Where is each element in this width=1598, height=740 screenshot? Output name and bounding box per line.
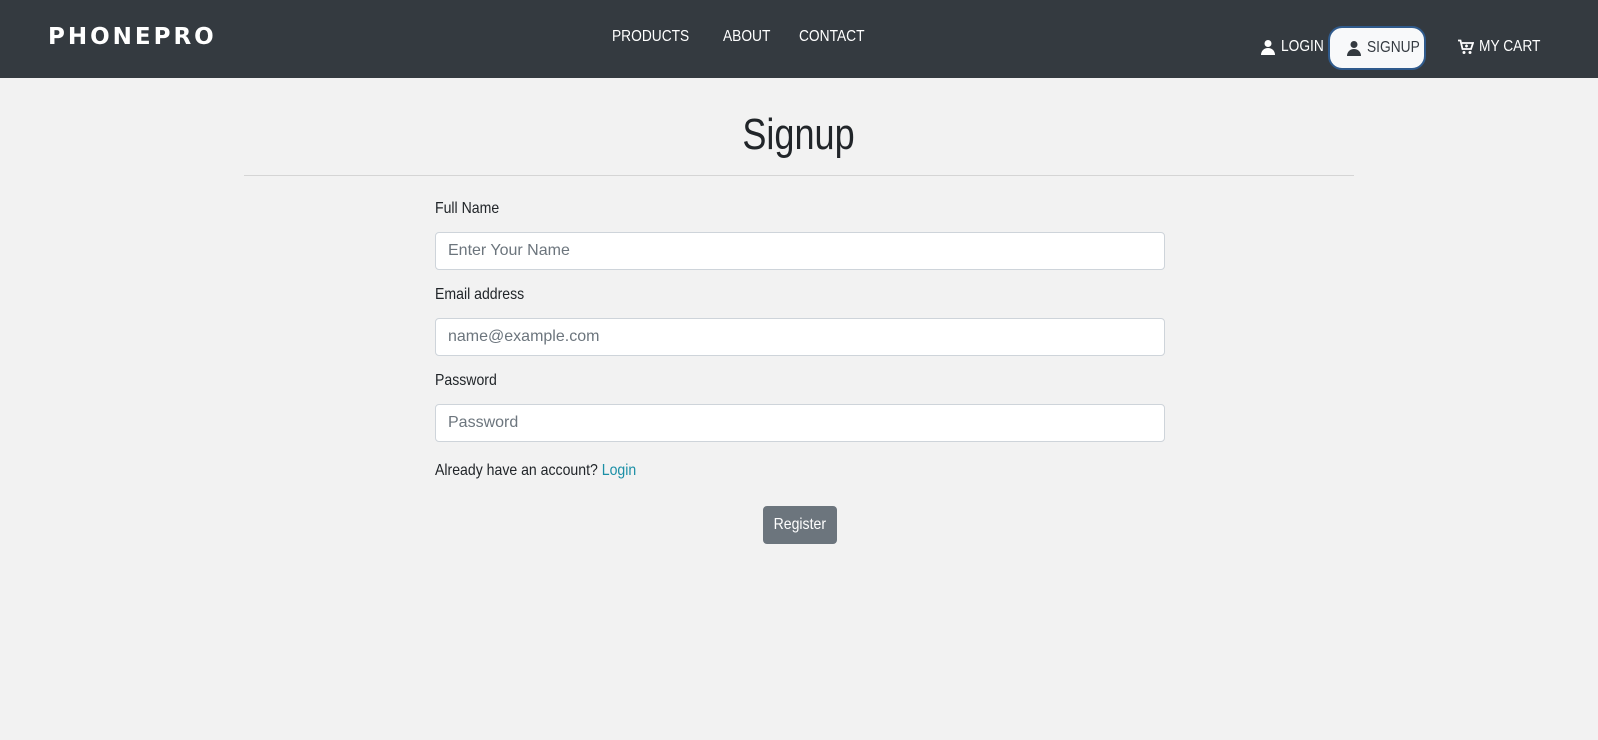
register-button[interactable]: Register [763, 506, 837, 544]
nav-links: PRODUCTS ABOUT CONTACT [612, 28, 906, 46]
login-nav-label: LOGIN [1281, 38, 1324, 55]
email-label: Email address [435, 286, 525, 303]
register-label: Register [773, 516, 827, 533]
password-group: Password [435, 372, 1165, 458]
page-title: Signup [0, 110, 1598, 160]
signup-form: Full Name Email address Password Already… [435, 200, 1165, 479]
nav-link-about[interactable]: ABOUT [723, 28, 770, 46]
cart-nav-label: MY CART [1479, 38, 1541, 55]
email-group: Email address [435, 286, 1165, 372]
signup-nav-label: SIGNUP [1367, 39, 1420, 56]
name-group: Full Name [435, 200, 1165, 286]
login-nav-button[interactable]: LOGIN [1260, 38, 1331, 56]
password-label: Password [435, 372, 497, 389]
user-icon [1260, 39, 1276, 55]
page-title-text: Signup [742, 110, 856, 159]
brand-logo[interactable]: PHONEPRO [48, 24, 217, 50]
nav-link-contact[interactable]: CONTACT [799, 28, 864, 46]
signup-nav-button[interactable]: SIGNUP [1328, 26, 1426, 70]
cart-nav-button[interactable]: MY CART [1458, 38, 1550, 56]
email-input[interactable] [435, 318, 1165, 356]
title-divider [244, 175, 1354, 176]
password-input[interactable] [435, 404, 1165, 442]
already-account-label: Already have an account? [435, 462, 598, 479]
login-link[interactable]: Login [602, 462, 636, 479]
nav-link-products[interactable]: PRODUCTS [612, 28, 689, 46]
name-label: Full Name [435, 200, 500, 217]
user-icon [1346, 40, 1362, 56]
navbar: PHONEPRO PRODUCTS ABOUT CONTACT LOGIN SI… [0, 0, 1598, 78]
name-input[interactable] [435, 232, 1165, 270]
cart-icon [1458, 39, 1474, 55]
already-account-text: Already have an account? Login [435, 462, 636, 480]
